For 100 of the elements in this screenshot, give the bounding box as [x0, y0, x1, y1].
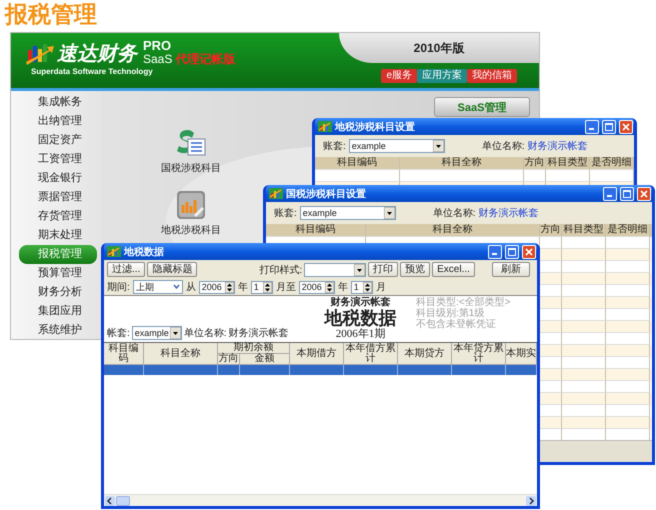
saas-button[interactable]: SaaS管理	[434, 97, 530, 117]
close-icon	[622, 122, 630, 130]
page-title: 报税管理	[3, 0, 98, 29]
scroll-thumb[interactable]	[116, 496, 130, 506]
close-button[interactable]	[619, 120, 633, 134]
maximize-button[interactable]	[620, 186, 634, 200]
column-header[interactable]: 科目编码	[315, 157, 400, 170]
sidebar-item[interactable]: 现金银行	[19, 169, 97, 188]
header-button[interactable]: 应用方案	[417, 69, 467, 83]
window-title: 地税数据	[124, 246, 165, 258]
maximize-button[interactable]	[505, 244, 519, 258]
toolbar-button[interactable]: 预览	[400, 262, 430, 277]
maximize-icon	[623, 190, 631, 198]
header-button[interactable]: 我的信箱	[467, 69, 517, 83]
toolbar-button[interactable]: 过滤...	[107, 262, 146, 277]
unit-label: 单位名称:	[482, 140, 525, 153]
toolbar-button[interactable]: 隐藏标题	[147, 262, 198, 277]
account-dropdown[interactable]: example	[300, 206, 396, 220]
module-label[interactable]: 国税涉税科目	[161, 161, 221, 175]
sidebar-item[interactable]: 存货管理	[19, 207, 97, 226]
spinner-icon	[362, 282, 372, 292]
close-button[interactable]	[637, 186, 651, 200]
print-style-dropdown[interactable]	[304, 262, 366, 276]
app-icon	[269, 188, 283, 199]
sidebar-item[interactable]: 财务分析	[19, 283, 97, 302]
caret-icon	[170, 327, 181, 339]
left-arrow-icon	[105, 496, 115, 506]
column-header[interactable]: 是否明细	[590, 157, 634, 170]
filter-note: 不包含未登帐凭证	[416, 319, 497, 330]
refresh-button[interactable]: 刷新	[492, 262, 530, 277]
sidebar-item[interactable]: 报税管理	[19, 245, 97, 264]
account-label: 帐套:	[107, 326, 130, 340]
table-row[interactable]	[104, 365, 537, 375]
spinner-icon	[324, 282, 334, 292]
maximize-icon	[605, 122, 613, 130]
bar-chart-icon[interactable]	[174, 189, 208, 221]
logo-product: SaaS	[143, 52, 172, 66]
caret-icon	[432, 140, 444, 152]
account-label: 账套:	[274, 206, 297, 220]
logo-pro-label: PRO	[143, 39, 172, 52]
year-field[interactable]: 2006	[298, 280, 335, 294]
column-header[interactable]: 科目类型	[546, 157, 590, 170]
period-dropdown[interactable]: 上期	[132, 280, 183, 294]
year-label: 年	[238, 281, 248, 294]
account-dropdown[interactable]: example	[132, 326, 182, 340]
header-button[interactable]: e服务	[381, 69, 417, 83]
toolbar-button[interactable]: Excel...	[432, 262, 475, 277]
logo-edition: 代理记帐版	[175, 52, 236, 66]
sidebar-item[interactable]: 预算管理	[19, 264, 97, 283]
account-dropdown[interactable]: example	[348, 139, 445, 153]
column-header[interactable]: 期初余额	[218, 343, 290, 354]
right-arrow-icon	[526, 496, 536, 506]
to-label: 月至	[276, 281, 296, 294]
minimize-button[interactable]	[585, 120, 599, 134]
month-field[interactable]: 1	[250, 280, 273, 294]
unit-value: 财务演示帐套	[478, 206, 539, 220]
column-header[interactable]: 科目类型	[562, 224, 606, 237]
close-button[interactable]	[522, 244, 536, 258]
report-period: 2006年1期	[336, 328, 386, 341]
from-label: 从	[186, 280, 196, 294]
logo-text: 速达财务	[57, 42, 137, 66]
sidebar-item[interactable]: 集团应用	[19, 302, 97, 321]
month-label: 月	[376, 281, 386, 294]
report-company: 财务演示帐套	[330, 297, 390, 308]
maximize-button[interactable]	[602, 120, 616, 134]
unit-value: 财务演示帐套	[528, 140, 588, 153]
column-header[interactable]: 是否明细	[606, 224, 650, 237]
app-icon	[107, 246, 121, 257]
column-header[interactable]: 科目编码	[266, 224, 366, 237]
account-label: 账套:	[323, 140, 346, 153]
column-header[interactable]: 科目全称	[366, 224, 540, 237]
sidebar-item[interactable]: 票据管理	[19, 188, 97, 207]
sidebar-item[interactable]: 工资管理	[19, 150, 97, 169]
minimize-button[interactable]	[603, 186, 617, 200]
minimize-button[interactable]	[488, 244, 502, 258]
window-title: 地税涉税科目设置	[335, 120, 416, 134]
sidebar-item[interactable]: 集成帐务	[19, 93, 97, 112]
sidebar-item[interactable]: 固定资产	[19, 131, 97, 150]
year-field[interactable]: 2006	[198, 280, 235, 294]
column-header[interactable]: 科目全称	[400, 157, 524, 170]
month-field[interactable]: 1	[350, 280, 373, 294]
close-icon	[525, 248, 533, 256]
logo-tagline: Superdata Software Technology	[30, 67, 154, 76]
unit-value: 财务演示帐套	[228, 326, 289, 340]
sidebar-item[interactable]: 系统维护	[19, 321, 97, 340]
caret-icon	[384, 207, 395, 219]
period-label: 期间:	[107, 280, 130, 294]
version-label: 2010年版	[414, 40, 464, 56]
unit-label: 单位名称:	[432, 206, 476, 220]
unit-label: 单位名称:	[184, 326, 227, 340]
horizontal-scrollbar[interactable]	[104, 494, 537, 506]
toolbar-button[interactable]: 打印	[368, 262, 398, 277]
year-label: 年	[338, 281, 348, 294]
print-style-label: 打印样式:	[259, 264, 302, 276]
sidebar-item[interactable]: 出纳管理	[19, 112, 97, 131]
module-label[interactable]: 地税涉税科目	[161, 223, 221, 237]
filter-note: 科目类型:<全部类型>	[416, 297, 512, 308]
app-icon	[318, 121, 332, 132]
window-title: 国税涉税科目设置	[286, 188, 367, 200]
sidebar-item[interactable]: 期末处理	[19, 226, 97, 245]
